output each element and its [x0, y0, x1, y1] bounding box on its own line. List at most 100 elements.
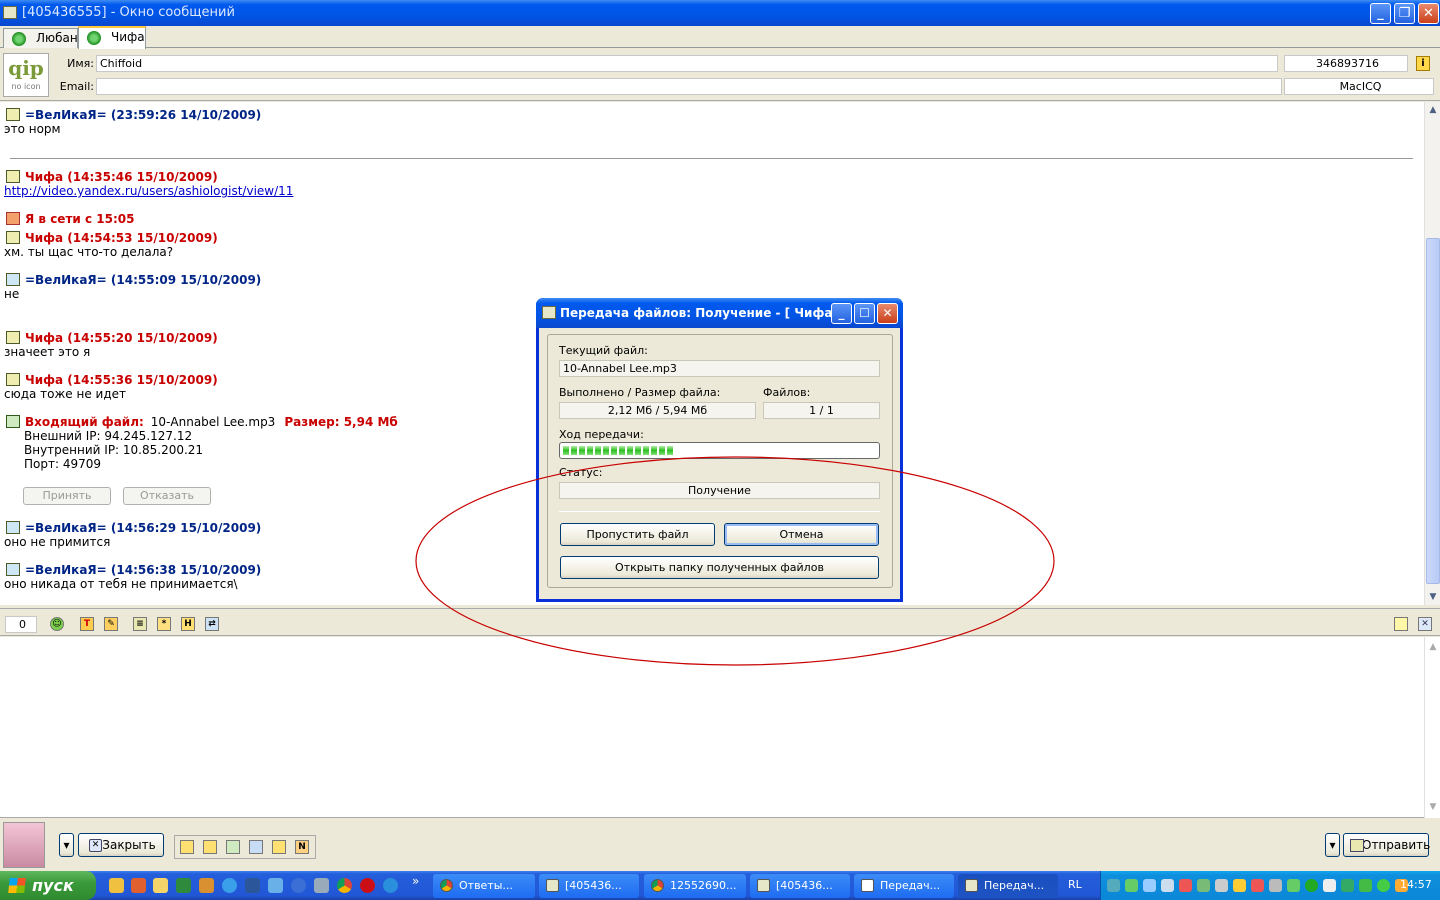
message-item: Чифа (14:54:53 15/10/2009) хм. ты щас чт…: [4, 231, 218, 259]
progress-segment: [611, 446, 617, 455]
qip-tray-icon[interactable]: [1377, 879, 1390, 892]
tray-icon[interactable]: [1143, 879, 1156, 892]
taskbar-item-active[interactable]: Передач...: [958, 874, 1058, 898]
template-icon[interactable]: [203, 840, 217, 854]
online-status-icon: [12, 32, 26, 46]
users-icon[interactable]: [249, 840, 263, 854]
scroll-up-icon[interactable]: ▲: [1425, 102, 1440, 118]
send-file-icon[interactable]: ⇄: [205, 617, 219, 631]
tray-icon[interactable]: [1251, 879, 1264, 892]
progress-segment: [571, 446, 577, 455]
client-field: MacICQ: [1284, 78, 1434, 95]
tray-icon[interactable]: [1323, 879, 1336, 892]
scroll-thumb[interactable]: [1426, 238, 1440, 584]
file-transfer-icon: [542, 306, 556, 319]
taskbar-item[interactable]: [405436...: [539, 874, 639, 898]
taskbar-item[interactable]: [405436...: [750, 874, 850, 898]
scroll-down-icon[interactable]: ▼: [1425, 799, 1440, 815]
message-text: значеет это я: [4, 345, 91, 359]
translit-icon[interactable]: H: [181, 617, 195, 631]
name-field[interactable]: Chiffoid: [96, 55, 1278, 72]
taskbar-item[interactable]: Передач...: [854, 874, 954, 898]
tray-icon[interactable]: [1179, 879, 1192, 892]
tray-icon[interactable]: [1197, 879, 1210, 892]
tray-icon[interactable]: [1215, 879, 1228, 892]
note-icon[interactable]: [1394, 617, 1408, 631]
quicklaunch-icon[interactable]: [109, 878, 124, 893]
shield-icon[interactable]: [1233, 879, 1246, 892]
color-icon[interactable]: ✎: [104, 617, 118, 631]
excel-icon[interactable]: [176, 878, 191, 893]
ie-icon[interactable]: [222, 878, 237, 893]
contact-card-icon[interactable]: [226, 840, 240, 854]
smiley-icon[interactable]: ☺: [50, 617, 64, 631]
uin-field[interactable]: 346893716: [1284, 55, 1408, 72]
font-icon[interactable]: T: [80, 617, 94, 631]
message-header: =ВелИкаЯ= (23:59:26 14/10/2009): [4, 108, 261, 122]
quick-action-icon[interactable]: [180, 840, 194, 854]
input-scrollbar[interactable]: ▲ ▼: [1424, 637, 1440, 818]
message-window-icon: [546, 879, 559, 892]
dialog-close-button[interactable]: ✕: [877, 303, 898, 324]
status-icon[interactable]: [272, 840, 286, 854]
tray-icon[interactable]: [1305, 879, 1318, 892]
scroll-down-icon[interactable]: ▼: [1425, 589, 1440, 605]
message-item: Чифа (14:35:46 15/10/2009) http://video.…: [4, 170, 293, 198]
notes-icon[interactable]: N: [295, 840, 309, 854]
scroll-up-icon[interactable]: ▲: [1425, 639, 1440, 655]
message-icon: [6, 108, 20, 121]
window-title-bar[interactable]: [405436555] - Окно сообщений _ ❐ ✕: [0, 0, 1440, 26]
message-item: =ВелИкаЯ= (14:56:29 15/10/2009) оно не п…: [4, 521, 261, 549]
chrome-icon[interactable]: [337, 878, 352, 893]
tray-icon[interactable]: [1341, 879, 1354, 892]
tray-icon[interactable]: [1269, 879, 1282, 892]
restore-button[interactable]: ❐: [1394, 3, 1415, 24]
word-icon[interactable]: [245, 878, 260, 893]
start-button[interactable]: пуск: [0, 871, 96, 900]
chat-scrollbar[interactable]: ▲ ▼: [1424, 102, 1440, 605]
folder-icon[interactable]: [153, 878, 168, 893]
tray-icon[interactable]: [1161, 879, 1174, 892]
tray-icon[interactable]: [1287, 879, 1300, 892]
close-window-button[interactable]: ✕: [1418, 3, 1439, 24]
quicklaunch-icon[interactable]: [291, 878, 306, 893]
skip-file-button[interactable]: Пропустить файл: [560, 523, 715, 546]
quicklaunch-icon[interactable]: [199, 878, 214, 893]
history-icon[interactable]: ≡: [133, 617, 147, 631]
tab-chifa[interactable]: Чифа: [78, 26, 146, 49]
send-button-label: Отправить: [1362, 838, 1431, 852]
quicklaunch-icon[interactable]: [268, 878, 283, 893]
quicklaunch-icon[interactable]: [383, 878, 398, 893]
language-indicator[interactable]: RL: [1068, 878, 1082, 891]
quicklaunch-icon[interactable]: [131, 878, 146, 893]
accept-file-button[interactable]: Принять: [23, 487, 111, 505]
quicklaunch-icon[interactable]: [314, 878, 329, 893]
send-options-dropdown[interactable]: ▾: [1325, 833, 1340, 857]
taskbar-item[interactable]: 12552690...: [644, 874, 746, 898]
close-button[interactable]: ✕ Закрыть: [78, 833, 164, 857]
dialog-maximize-button[interactable]: ☐: [854, 303, 875, 324]
email-field[interactable]: [96, 78, 1282, 95]
more-quicklaunch-icon[interactable]: »: [412, 874, 419, 888]
message-link[interactable]: http://video.yandex.ru/users/ashiologist…: [4, 184, 293, 198]
cancel-transfer-button[interactable]: Отмена: [724, 523, 879, 546]
tray-icon[interactable]: [1107, 879, 1120, 892]
message-icon: [6, 231, 20, 244]
clear-icon[interactable]: ✕: [1418, 617, 1432, 631]
close-options-dropdown[interactable]: ▾: [59, 833, 74, 857]
decline-file-button[interactable]: Отказать: [123, 487, 211, 505]
tab-lyubanya[interactable]: Любаня: [3, 28, 85, 48]
quote-icon[interactable]: *: [157, 617, 171, 631]
send-button[interactable]: Отправить: [1343, 833, 1431, 857]
tray-icon[interactable]: [1125, 879, 1138, 892]
taskbar-item[interactable]: Ответы...: [433, 874, 535, 898]
opera-icon[interactable]: [360, 878, 375, 893]
clock[interactable]: 14:57: [1400, 878, 1432, 891]
minimize-button[interactable]: _: [1370, 3, 1391, 24]
dialog-title-bar[interactable]: Передача файлов: Получение - [ Чифа ] _ …: [536, 298, 903, 328]
message-input[interactable]: [0, 637, 1440, 818]
open-received-folder-button[interactable]: Открыть папку полученных файлов: [560, 556, 879, 579]
dialog-minimize-button[interactable]: _: [831, 303, 852, 324]
tray-icon[interactable]: [1359, 879, 1372, 892]
contact-details-icon[interactable]: i: [1416, 56, 1430, 71]
